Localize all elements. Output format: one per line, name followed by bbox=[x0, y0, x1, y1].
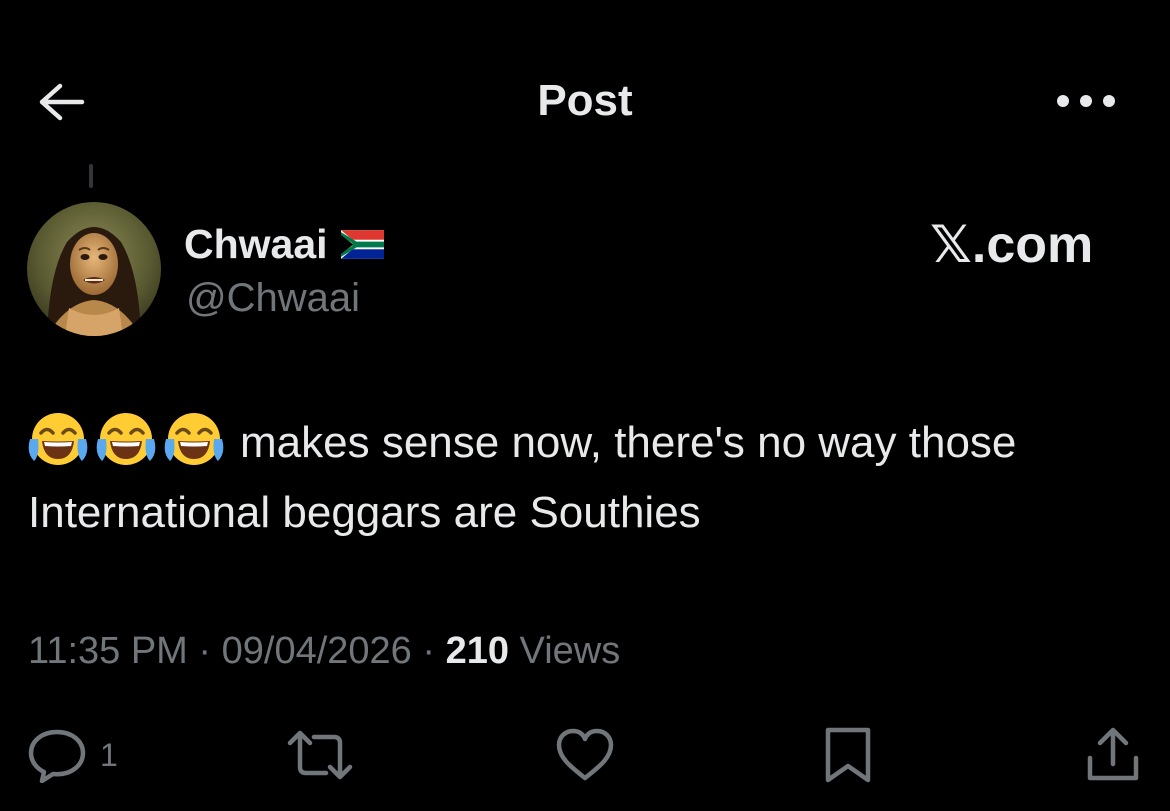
reply-button[interactable]: 1 bbox=[26, 720, 118, 790]
repost-button[interactable] bbox=[284, 720, 356, 790]
reply-icon bbox=[28, 729, 86, 783]
like-icon bbox=[556, 728, 614, 781]
post-text: makes sense now, there's no way those In… bbox=[28, 408, 1138, 548]
bookmark-button[interactable] bbox=[820, 720, 876, 790]
south-africa-flag-icon bbox=[340, 229, 384, 259]
author-name-row[interactable]: Chwaai bbox=[184, 218, 384, 270]
share-icon bbox=[1087, 727, 1139, 781]
post-date[interactable]: 09/04/2026 bbox=[222, 630, 412, 672]
back-button[interactable] bbox=[28, 72, 92, 132]
author-handle[interactable]: @Chwaai bbox=[186, 272, 360, 324]
ellipsis-icon bbox=[1057, 95, 1115, 107]
views-label[interactable]: Views bbox=[509, 630, 621, 672]
reply-count: 1 bbox=[100, 736, 118, 773]
arrow-left-icon bbox=[39, 83, 85, 121]
site-watermark: 𝕏.com bbox=[930, 216, 1094, 274]
avatar[interactable] bbox=[27, 202, 161, 336]
page-title: Post bbox=[537, 76, 633, 125]
repost-icon bbox=[287, 730, 353, 780]
face-with-tears-of-joy-icon bbox=[96, 413, 156, 465]
author-display-name[interactable]: Chwaai bbox=[184, 218, 328, 270]
face-with-tears-of-joy-icon bbox=[164, 413, 224, 465]
bookmark-icon bbox=[825, 727, 871, 783]
share-button[interactable] bbox=[1082, 720, 1144, 790]
face-with-tears-of-joy-icon bbox=[28, 413, 88, 465]
post-meta: 11:35 PM · 09/04/2026 · 210 Views bbox=[28, 624, 620, 678]
views-count[interactable]: 210 bbox=[446, 630, 509, 672]
meta-separator: · bbox=[187, 630, 222, 672]
meta-separator: · bbox=[411, 630, 446, 672]
like-button[interactable] bbox=[554, 720, 616, 790]
more-options-button[interactable] bbox=[1050, 78, 1122, 124]
post-time[interactable]: 11:35 PM bbox=[28, 630, 188, 672]
avatar-image bbox=[27, 202, 161, 336]
thread-connector-line bbox=[89, 164, 93, 188]
